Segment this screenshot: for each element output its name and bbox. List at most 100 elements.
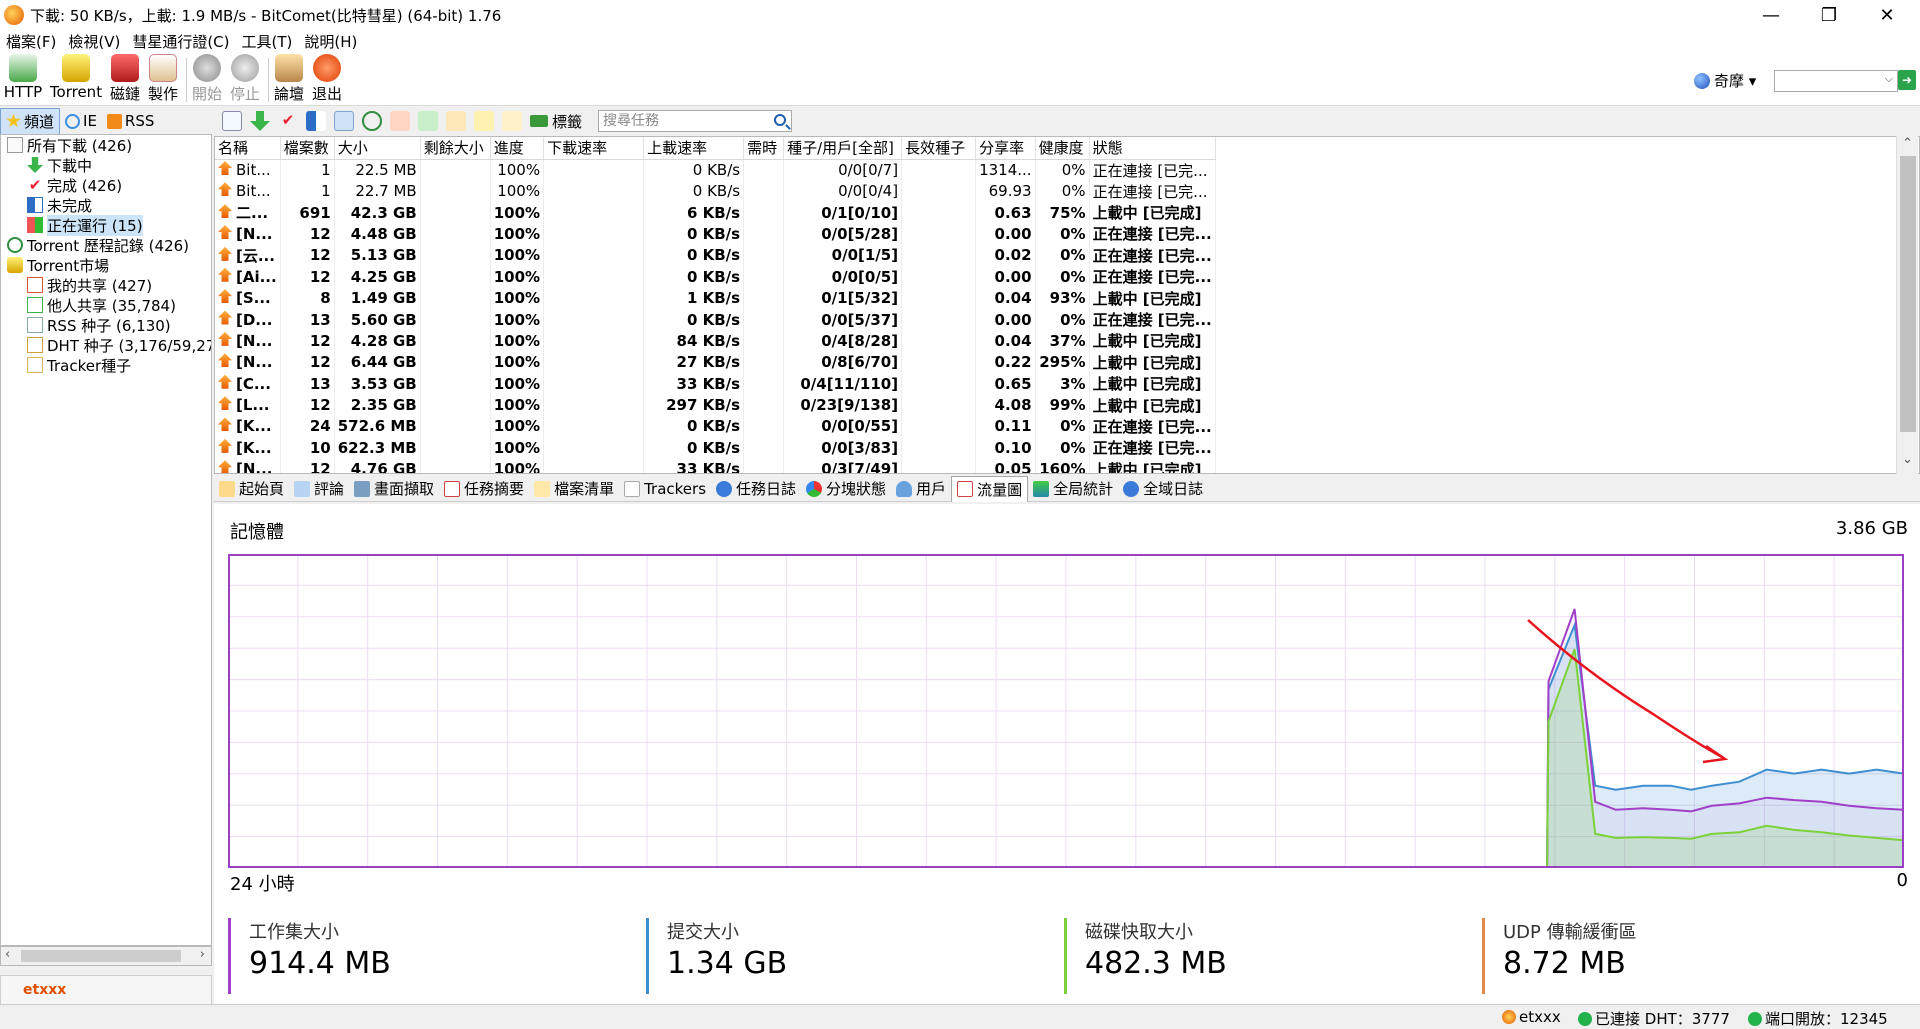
tab-ie[interactable]: IE [60,110,102,132]
tree-item-downloading[interactable]: 下載中 [27,155,92,175]
scroll-right-icon[interactable]: › [200,947,205,962]
scroll-down-icon[interactable]: ⌄ [1902,452,1913,467]
tab-home[interactable]: 起始頁 [214,476,289,501]
scroll-thumb[interactable] [1900,156,1916,432]
close-button[interactable]: ✕ [1859,0,1915,30]
column-header[interactable]: 分享率 [975,137,1036,160]
tree-item-rss-seeds[interactable]: RSS 种子 (6,130) [27,315,171,335]
tab-pieces[interactable]: 分塊狀態 [801,476,891,501]
search-icon[interactable] [774,114,786,126]
status-dht[interactable]: 已連接 DHT：3777 [1578,1008,1730,1029]
column-header[interactable]: 種子/用戶[全部] [783,137,903,160]
table-row[interactable]: [D... 13 5.60 GB 100% 0 KB/s 0/0[5/37] 0.00 0% 正… [215,308,1216,331]
status-user[interactable]: etxxx [1502,1008,1561,1026]
table-row[interactable]: Bit... 1 22.7 MB 100% 0 KB/s 0/0[0/4] 69.93 0% 正… [215,180,1216,202]
tree-item-history[interactable]: Torrent 歷程記錄 (426) [7,235,189,255]
table-row[interactable]: [Ai... 12 4.25 GB 100% 0 KB/s 0/0[0/5] 0.00 0% 正… [215,266,1216,288]
filter-rss-icon[interactable] [446,111,466,131]
table-row[interactable]: Bit... 1 22.5 MB 100% 0 KB/s 0/0[0/7] 1314... 0… [215,159,1216,181]
torrent-button[interactable]: Torrent [48,54,104,101]
new-task-icon[interactable] [222,111,242,131]
filter-downloading-icon[interactable] [250,111,270,131]
column-header[interactable]: 長效種子 [901,137,977,160]
tree-item-incomplete[interactable]: 未完成 [27,195,92,215]
left-panel-hscrollbar[interactable]: ‹ › [0,946,212,966]
start-button[interactable]: 開始 [190,54,224,104]
make-torrent-button[interactable]: 製作 [146,54,180,104]
tab-rss[interactable]: RSS [102,110,159,132]
table-row[interactable]: [N... 12 4.76 GB 100% 33 KB/s 0/3[7/49] 0.05 16… [215,458,1216,473]
tab-channel[interactable]: 頻道 [0,107,61,135]
tree-item-tracker-seeds[interactable]: Tracker種子 [27,355,131,375]
filter-history-icon[interactable] [362,111,382,131]
filter-completed-icon[interactable]: ✔ [278,111,298,131]
tree-item-completed[interactable]: ✔ 完成 (426) [27,175,122,195]
tag-label[interactable]: 標籤 [552,111,582,132]
tree-item-others-shares[interactable]: 他人共享 (35,784) [27,295,176,315]
tab-global-log[interactable]: 全域日誌 [1118,476,1208,501]
http-button[interactable]: HTTP [2,54,44,101]
table-row[interactable]: 二... 691 42.3 GB 100% 6 KB/s 0/1[0/10] 0.63 75%… [215,201,1216,224]
table-row[interactable]: [K... 24 572.6 MB 100% 0 KB/s 0/0[0/55] 0.11 0%… [215,415,1216,438]
scroll-up-icon[interactable]: ⌃ [1902,136,1913,151]
column-header[interactable]: 健康度 [1035,137,1090,160]
magnet-button[interactable]: 磁鏈 [108,54,142,104]
table-row[interactable]: [S... 8 1.49 GB 100% 1 KB/s 0/1[5/32] 0.04 93% 上… [215,287,1216,309]
tree-item-market[interactable]: Torrent市場 [7,255,109,275]
tree-item-running[interactable]: 正在運行 (15) [27,214,143,236]
column-header[interactable]: 檔案數 [280,137,335,160]
stop-button[interactable]: 停止 [228,54,262,104]
tab-summary[interactable]: 任務摘要 [439,476,529,501]
column-header[interactable]: 狀態 [1089,137,1216,160]
table-row[interactable]: [N... 12 4.28 GB 100% 84 KB/s 0/4[8/28] 0.04 37… [215,330,1216,352]
exit-button[interactable]: 退出 [310,54,344,104]
tag-icon[interactable] [530,115,548,127]
table-row[interactable]: [云... 12 5.13 GB 100% 0 KB/s 0/0[1/5] 0.02 0% 正在… [215,244,1216,267]
menu-help[interactable]: 說明(H) [298,31,363,52]
task-table-vscrollbar[interactable]: ⌃ ⌄ [1896,136,1918,474]
column-header[interactable]: 上載速率 [643,137,745,160]
table-row[interactable]: [N... 12 6.44 GB 100% 27 KB/s 0/8[6/70] 0.22 29… [215,351,1216,374]
user-box[interactable]: etxxx [0,975,212,1005]
column-header[interactable]: 需時 [743,137,785,160]
minimize-button[interactable]: — [1743,0,1799,30]
tab-peers[interactable]: 用戶 [891,476,951,501]
column-header[interactable]: 大小 [334,137,421,160]
scroll-left-icon[interactable]: ‹ [5,947,10,962]
column-header[interactable]: 名稱 [215,137,281,160]
filter-incomplete-icon[interactable] [306,111,326,131]
task-search-input[interactable]: 搜尋任務 [598,110,792,132]
tree-item-all-downloads[interactable]: 所有下載 (426) [7,135,132,155]
tab-traffic-graph[interactable]: 流量圖 [951,475,1029,502]
table-row[interactable]: [L... 12 2.35 GB 100% 297 KB/s 0/23[9/138] 4.0… [215,394,1216,416]
column-header[interactable]: 剩餘大小 [420,137,491,160]
scroll-thumb[interactable] [21,950,181,962]
menu-view[interactable]: 檢視(V) [62,31,126,52]
column-header[interactable]: 進度 [490,137,545,160]
tab-global-stats[interactable]: 全局統計 [1028,476,1118,501]
tree-item-my-shares[interactable]: 我的共享 (427) [27,275,152,295]
locale-dropdown[interactable]: 奇摩 ▾ [1694,70,1756,91]
filter-dht-icon[interactable] [474,111,494,131]
top-search-combo[interactable]: ⌵ [1774,70,1898,92]
filter-tracker-icon[interactable] [502,111,522,131]
tab-task-log[interactable]: 任務日誌 [711,476,801,501]
filter-share-icon[interactable] [390,111,410,131]
menu-file[interactable]: 檔案(F) [0,31,62,52]
forum-button[interactable]: 論壇 [272,54,306,104]
column-header[interactable]: 下載速率 [543,137,645,160]
tab-trackers[interactable]: Trackers [619,478,711,500]
table-row[interactable]: [K... 10 622.3 MB 100% 0 KB/s 0/0[3/83] 0.10 0%… [215,437,1216,459]
tab-comments[interactable]: 評論 [289,476,349,501]
tree-item-dht-seeds[interactable]: DHT 种子 (3,176/59,273 [27,335,211,355]
tab-files[interactable]: 檔案清單 [529,476,619,501]
menu-tools[interactable]: 工具(T) [236,31,299,52]
tab-screenshots[interactable]: 畫面擷取 [349,476,439,501]
maximize-button[interactable]: ❐ [1801,0,1857,30]
menu-pass[interactable]: 彗星通行證(C) [126,31,235,52]
go-icon[interactable]: ➜ [1898,70,1916,90]
filter-running-icon[interactable] [334,111,354,131]
filter-others-icon[interactable] [418,111,438,131]
table-row[interactable]: [N... 12 4.48 GB 100% 0 KB/s 0/0[5/28] 0.00 0% 正… [215,223,1216,245]
table-row[interactable]: [C... 13 3.53 GB 100% 33 KB/s 0/4[11/110] 0.65… [215,373,1216,395]
